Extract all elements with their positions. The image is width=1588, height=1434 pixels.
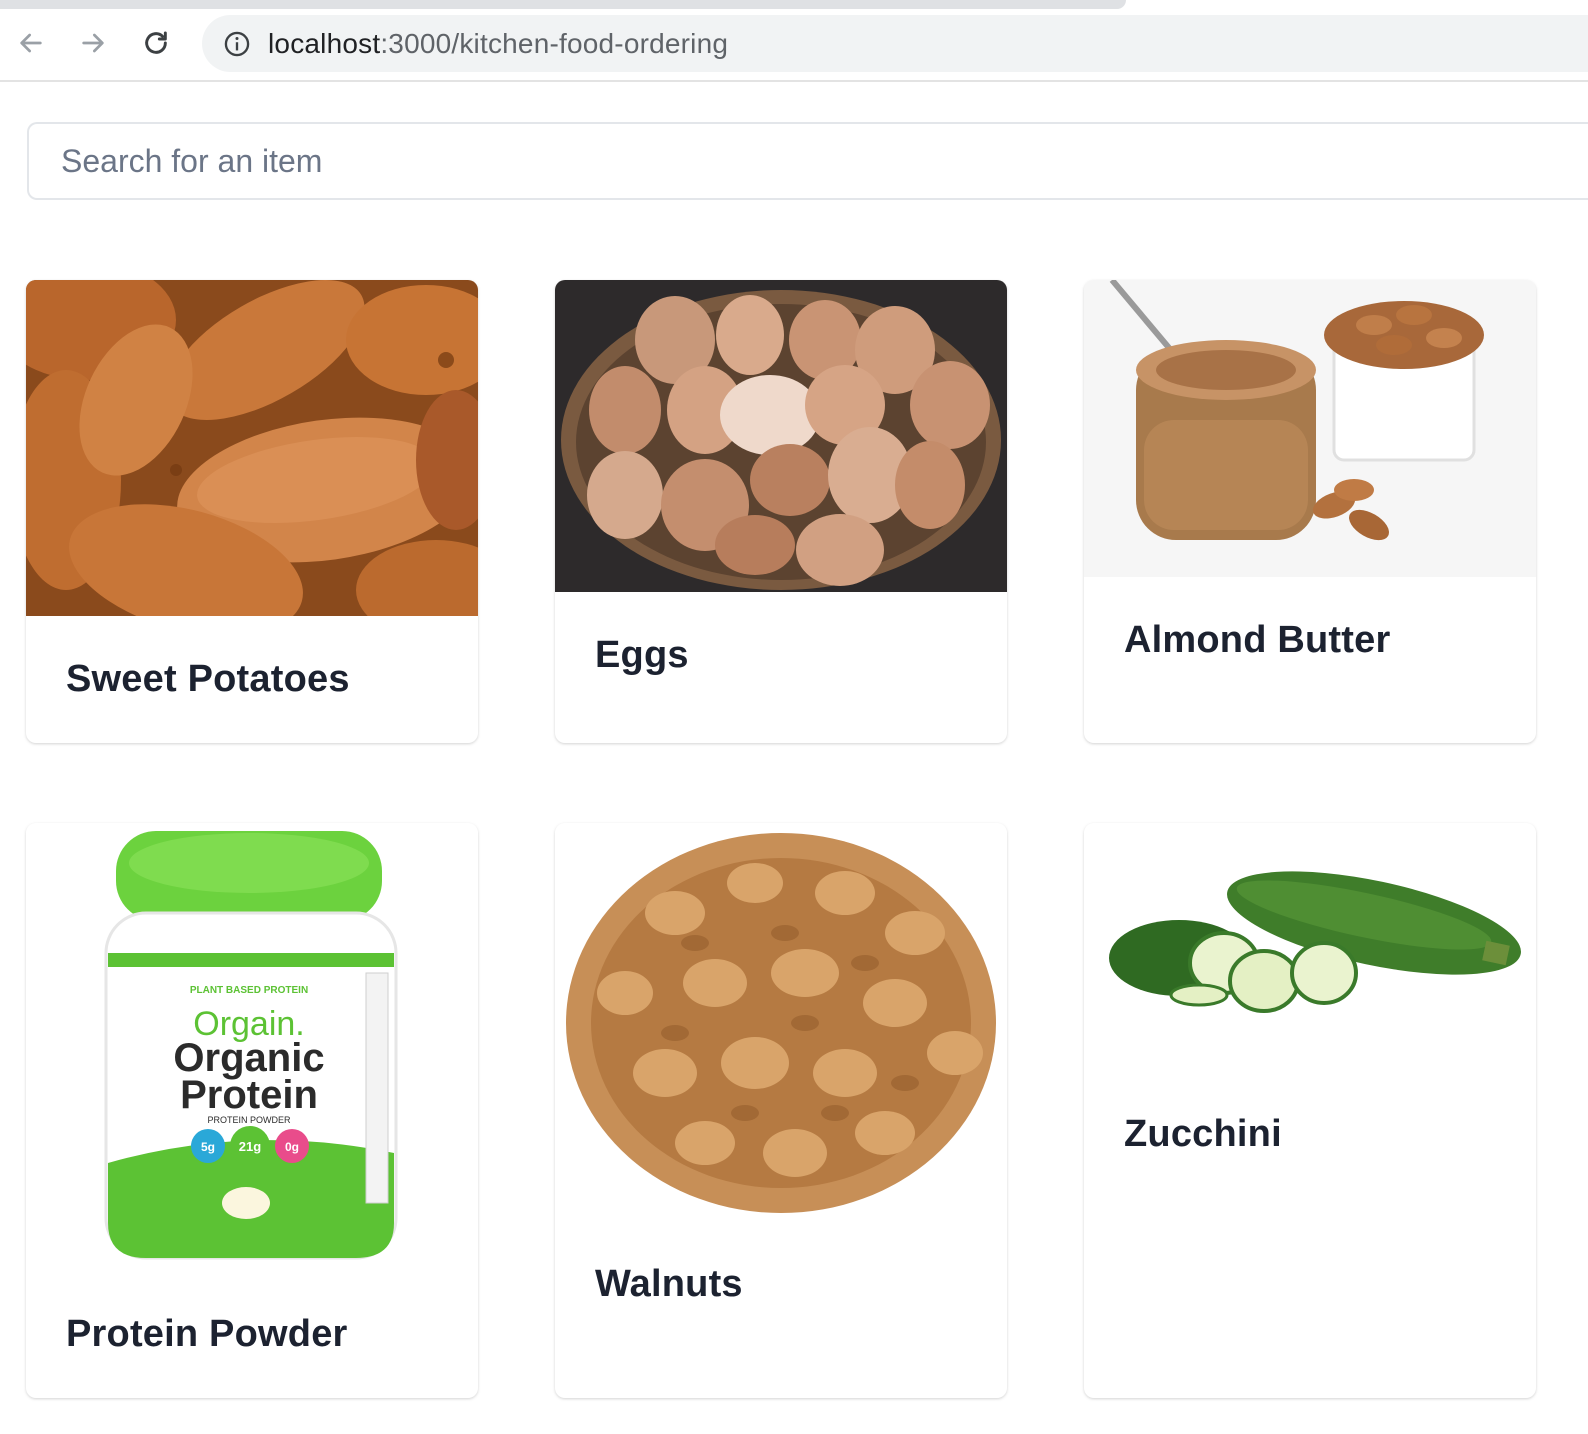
url-path: :3000/kitchen-food-ordering xyxy=(380,27,729,59)
item-name: Eggs xyxy=(595,634,689,676)
item-name: Almond Butter xyxy=(1124,619,1391,661)
tub-badge-1: 5g xyxy=(201,1140,215,1154)
item-card-protein-powder[interactable]: PLANT BASED PROTEIN Orgain. Organic Prot… xyxy=(26,823,478,1398)
reload-button[interactable] xyxy=(135,22,177,64)
tub-top-text: PLANT BASED PROTEIN xyxy=(190,985,308,996)
tub-sub-text: PROTEIN POWDER xyxy=(207,1115,291,1125)
arrow-left-icon xyxy=(20,33,42,53)
tub-badge-3: 0g xyxy=(285,1140,299,1154)
tub-line2-text: Protein xyxy=(180,1073,318,1117)
item-name: Protein Powder xyxy=(66,1313,348,1355)
active-tab[interactable] xyxy=(0,0,1126,9)
search-input[interactable] xyxy=(27,122,1588,200)
reload-icon xyxy=(145,31,167,54)
item-card-sweet-potatoes[interactable]: Sweet Potatoes xyxy=(26,280,478,743)
tub-badge-2: 21g xyxy=(239,1139,261,1154)
item-card-almond-butter[interactable]: Almond Butter xyxy=(1084,280,1536,743)
address-bar[interactable]: localhost:3000/kitchen-food-ordering xyxy=(202,15,1588,72)
eggs-basket-photo xyxy=(555,280,1007,592)
sweet-potatoes-photo xyxy=(26,280,478,616)
back-button[interactable] xyxy=(10,22,52,64)
item-card-walnuts[interactable]: Walnuts xyxy=(555,823,1007,1398)
protein-powder-tub-photo: PLANT BASED PROTEIN Orgain. Organic Prot… xyxy=(26,823,478,1273)
item-card-eggs[interactable]: Eggs xyxy=(555,280,1007,743)
url-text: localhost:3000/kitchen-food-ordering xyxy=(268,28,728,60)
forward-button[interactable] xyxy=(72,22,114,64)
walnuts-pile-photo xyxy=(555,823,1007,1223)
item-card-zucchini[interactable]: Zucchini xyxy=(1084,823,1536,1398)
browser-toolbar: localhost:3000/kitchen-food-ordering xyxy=(0,0,1588,82)
item-name: Zucchini xyxy=(1124,1113,1282,1155)
site-info-icon[interactable] xyxy=(222,29,252,59)
url-host: localhost xyxy=(268,27,381,59)
zucchini-photo xyxy=(1084,823,1536,1093)
almond-butter-jar-photo xyxy=(1084,280,1536,577)
item-name: Sweet Potatoes xyxy=(66,658,350,700)
item-name: Walnuts xyxy=(595,1263,743,1305)
tab-strip xyxy=(0,0,1588,14)
arrow-right-icon xyxy=(82,33,104,53)
